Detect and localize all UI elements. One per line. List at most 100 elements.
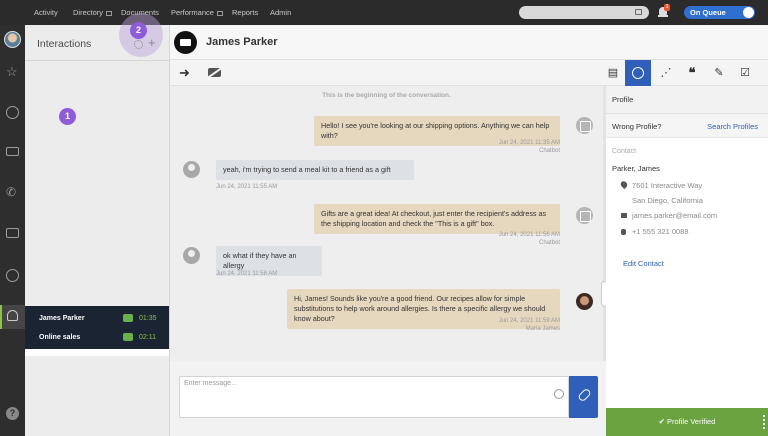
nav-directory[interactable]: Directory [73, 8, 113, 17]
interaction-item[interactable]: Online sales 02:11 [25, 329, 169, 347]
message-time: Jun 24, 2021 11:55 AM [216, 184, 278, 190]
message-input[interactable] [184, 380, 544, 387]
bell-base [658, 15, 668, 17]
attach-file-button[interactable] [569, 376, 598, 418]
clipboard-check-icon[interactable]: ☑ [732, 60, 758, 86]
conversation-toolbar: ➜ ▤ ⋰ ❝ ✎ ☑ [170, 60, 768, 86]
message-composer [179, 376, 569, 418]
search-options-icon[interactable] [635, 9, 642, 15]
help-icon[interactable]: ? [6, 407, 19, 420]
message-time: Jun 24, 2021 11:58 AM [216, 271, 278, 277]
nav-directory-label: Directory [73, 8, 104, 17]
contact-section-label: Contact [612, 148, 637, 155]
video-off-icon[interactable] [208, 68, 221, 77]
customer-message: yeah, i'm trying to send a meal kit to a… [216, 160, 414, 180]
emoji-icon[interactable] [554, 389, 564, 399]
chat-icon [123, 314, 133, 322]
bot-avatar [576, 207, 593, 224]
conversation-start-label: This is the beginning of the conversatio… [322, 92, 451, 99]
gear-icon[interactable] [134, 40, 143, 49]
external-link-icon [106, 10, 113, 16]
interaction-item[interactable]: James Parker 01:35 [25, 310, 169, 328]
top-nav-bar: Activity Directory Documents Performance… [0, 0, 768, 25]
add-interaction-icon[interactable]: + [148, 35, 156, 50]
contact-full-name: Parker, James [612, 164, 660, 173]
nav-activity[interactable]: Activity [34, 8, 58, 17]
profile-tab-icon[interactable] [625, 60, 651, 86]
address-line-1: 7601 Interactive Way [632, 181, 703, 190]
interaction-name: James Parker [39, 315, 85, 322]
on-queue-label: On Queue [690, 8, 726, 17]
on-queue-toggle[interactable]: On Queue [684, 6, 755, 19]
message-sender: Chatbot [538, 240, 560, 246]
script-icon[interactable]: ▤ [600, 60, 626, 86]
phone-icon[interactable]: ✆ [6, 186, 19, 199]
customer-avatar [183, 247, 200, 264]
customer-avatar [183, 161, 200, 178]
email-icon [621, 213, 627, 218]
callout-2: 2 [130, 22, 147, 39]
wrong-profile-label: Wrong Profile? [612, 122, 662, 131]
interaction-timer: 01:35 [139, 315, 157, 322]
chatbot-message: Gifts are a great idea! At checkout, jus… [314, 204, 560, 234]
person-icon [7, 310, 18, 321]
chat-transcript: This is the beginning of the conversatio… [170, 86, 603, 361]
conversation-header: James Parker [170, 25, 768, 60]
external-link-icon [216, 10, 223, 16]
list-spacer [25, 349, 169, 356]
message-meta: Jun 24, 2021 11:59 AM Maria James [410, 317, 560, 333]
journey-icon[interactable]: ⋰ [653, 60, 679, 86]
agent-avatar [576, 293, 593, 310]
nav-admin[interactable]: Admin [270, 8, 291, 17]
message-sender: Chatbot [538, 148, 560, 154]
message-icon [123, 333, 133, 341]
nav-reports[interactable]: Reports [232, 8, 258, 17]
notification-badge: 1 [664, 4, 670, 11]
bot-avatar [576, 117, 593, 134]
address-line-2: San Diego, California [632, 196, 703, 205]
message-time: Jun 24, 2021 11:59 AM [498, 318, 560, 324]
search-profiles-link[interactable]: Search Profiles [707, 122, 758, 131]
message-time: Jun 24, 2021 11:35 AM [498, 140, 560, 146]
inbox-icon[interactable] [6, 228, 19, 238]
nav-performance[interactable]: Performance [171, 8, 223, 17]
contact-avatar [174, 31, 197, 54]
interactions-title: Interactions [37, 38, 92, 50]
more-options-icon[interactable] [763, 415, 765, 429]
left-rail: ☆ ✆ ? [0, 25, 25, 436]
nav-performance-label: Performance [171, 8, 214, 17]
notifications-bell-icon[interactable]: 1 [658, 4, 670, 18]
profile-panel: Profile Wrong Profile? Search Profiles C… [606, 86, 768, 408]
quote-icon[interactable]: ❝ [679, 60, 705, 86]
message-meta: Jun 24, 2021 11:35 AM Chatbot [410, 139, 560, 155]
interactions-rail-item[interactable] [0, 305, 25, 329]
chat-bubble-icon[interactable] [6, 106, 19, 119]
interaction-list: James Parker 01:35 Online sales 02:11 [25, 306, 169, 349]
location-pin-icon [619, 179, 629, 190]
contact-email[interactable]: james.parker@email.com [632, 211, 717, 220]
message-sender: Maria James [525, 326, 560, 332]
global-search-input[interactable] [519, 6, 649, 19]
profile-verified-bar: ✔ Profile Verified [606, 408, 768, 436]
wrong-profile-row: Wrong Profile? Search Profiles [606, 114, 768, 138]
profile-circle [632, 67, 644, 79]
transfer-arrow-icon[interactable]: ➜ [179, 65, 190, 81]
edit-contact-link[interactable]: Edit Contact [623, 259, 664, 268]
edit-note-icon[interactable]: ✎ [706, 60, 732, 86]
toggle-knob [743, 7, 754, 18]
star-icon[interactable]: ☆ [6, 65, 19, 78]
user-avatar[interactable] [4, 31, 21, 48]
profile-verified-label: ✔ Profile Verified [658, 417, 716, 426]
phone-icon [621, 229, 626, 235]
interaction-name: Online sales [39, 334, 81, 341]
profile-title: Profile [606, 86, 768, 114]
contact-name: James Parker [206, 36, 278, 48]
message-time: Jun 24, 2021 11:56 AM [498, 232, 560, 238]
video-icon[interactable] [6, 147, 19, 156]
divider [25, 60, 170, 61]
support-icon[interactable] [6, 269, 19, 282]
message-meta: Jun 24, 2021 11:56 AM Chatbot [410, 231, 560, 247]
interactions-panel: Interactions + 2 1 James Parker 01:35 On… [25, 13, 170, 436]
contact-phone[interactable]: +1 555 321 0088 [632, 227, 689, 236]
interaction-timer: 02:11 [139, 334, 156, 341]
